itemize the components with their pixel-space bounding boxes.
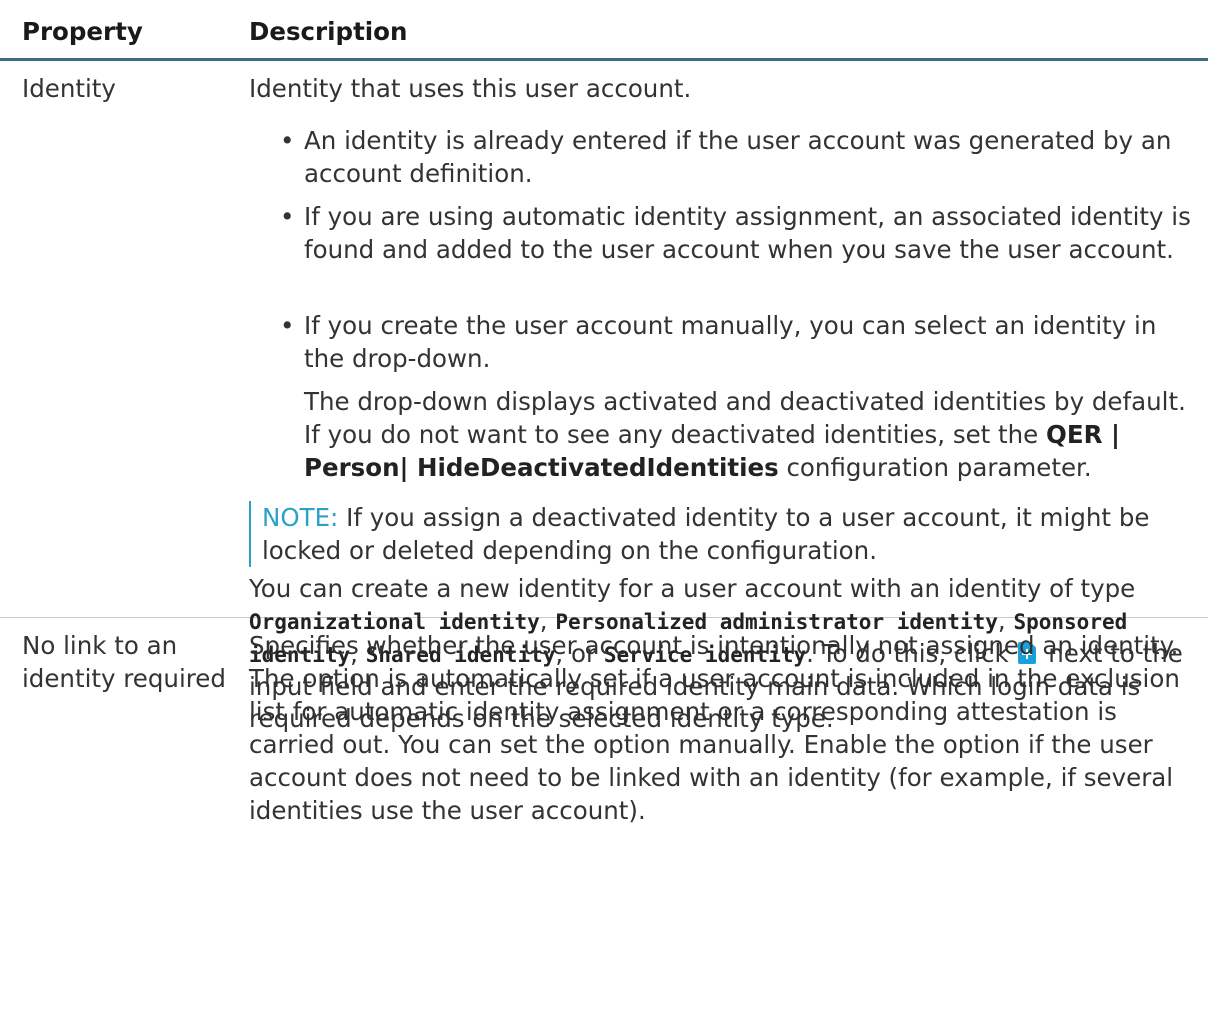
header-description: Description — [249, 17, 408, 46]
property-name: No link to an identity required — [22, 631, 226, 693]
note-label: NOTE: — [262, 503, 339, 532]
note-callout: NOTE: If you assign a deactivated identi… — [249, 501, 1204, 567]
header-property: Property — [22, 17, 143, 46]
list-item: • An identity is already entered if the … — [280, 126, 1172, 188]
description-text: Specifies whether the user account is in… — [249, 631, 1180, 825]
description-intro: Identity that uses this user account. — [249, 74, 692, 103]
table-row: Identity Identity that uses this user ac… — [0, 61, 1208, 733]
bullet-icon: • — [280, 126, 295, 155]
list-item: • If you create the user account manuall… — [280, 311, 1157, 373]
property-name: Identity — [22, 74, 116, 103]
bullet-note-paragraph: The drop-down displays activated and dea… — [304, 387, 1186, 482]
list-item: • If you are using automatic identity as… — [280, 202, 1191, 264]
table-row: No link to an identity required Specifie… — [0, 618, 1208, 1029]
bullet-icon: • — [280, 202, 295, 231]
table-header: Property Description — [0, 0, 1208, 61]
bullet-icon: • — [280, 311, 295, 340]
